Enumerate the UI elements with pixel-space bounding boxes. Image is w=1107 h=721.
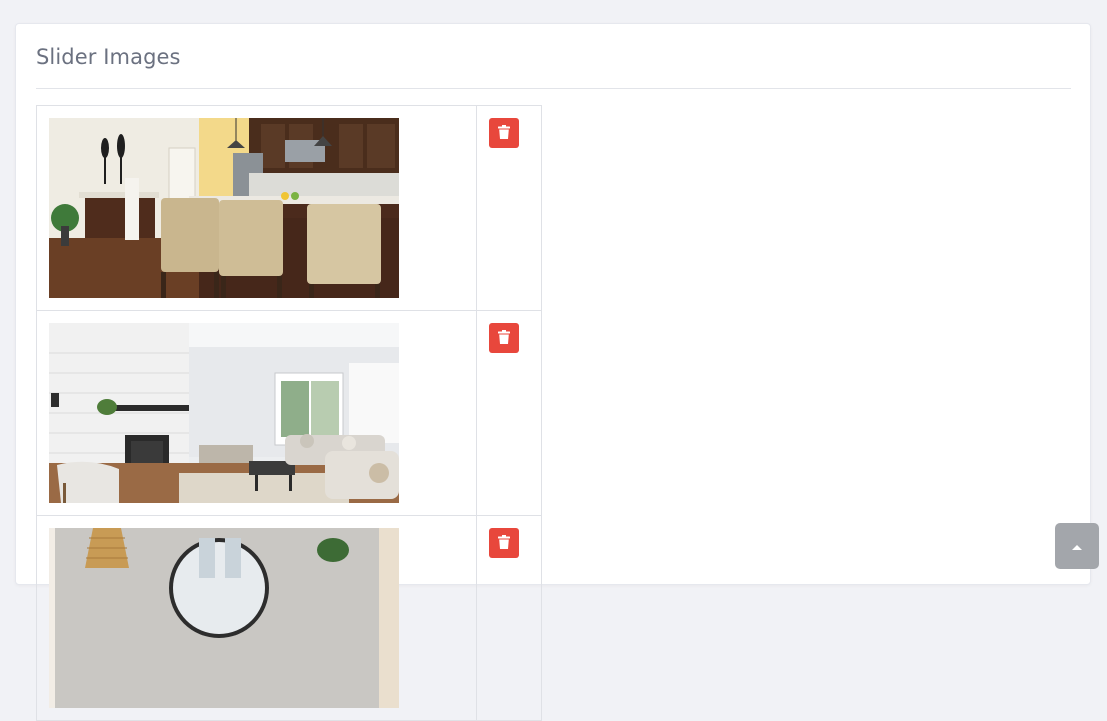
delete-button[interactable] [489,118,519,148]
delete-button[interactable] [489,528,519,558]
action-cell [476,310,542,516]
image-cell [36,105,477,311]
trash-icon [498,329,510,347]
trash-icon [498,534,510,552]
table-row [36,310,542,516]
slider-images-card: Slider Images [15,23,1091,721]
delete-button[interactable] [489,323,519,353]
action-cell [476,515,542,721]
scroll-to-top-button[interactable] [1055,523,1099,569]
slider-images-table [36,105,542,721]
table-row [36,515,542,721]
caret-up-icon [1071,539,1083,554]
image-cell [36,515,477,721]
slider-image-2 [49,323,399,503]
trash-icon [498,124,510,142]
table-row [36,105,542,311]
title-divider [36,88,1071,89]
slider-image-1 [49,118,399,298]
action-cell [476,105,542,311]
image-cell [36,310,477,516]
card-title: Slider Images [36,45,181,69]
slider-image-3 [49,528,399,708]
